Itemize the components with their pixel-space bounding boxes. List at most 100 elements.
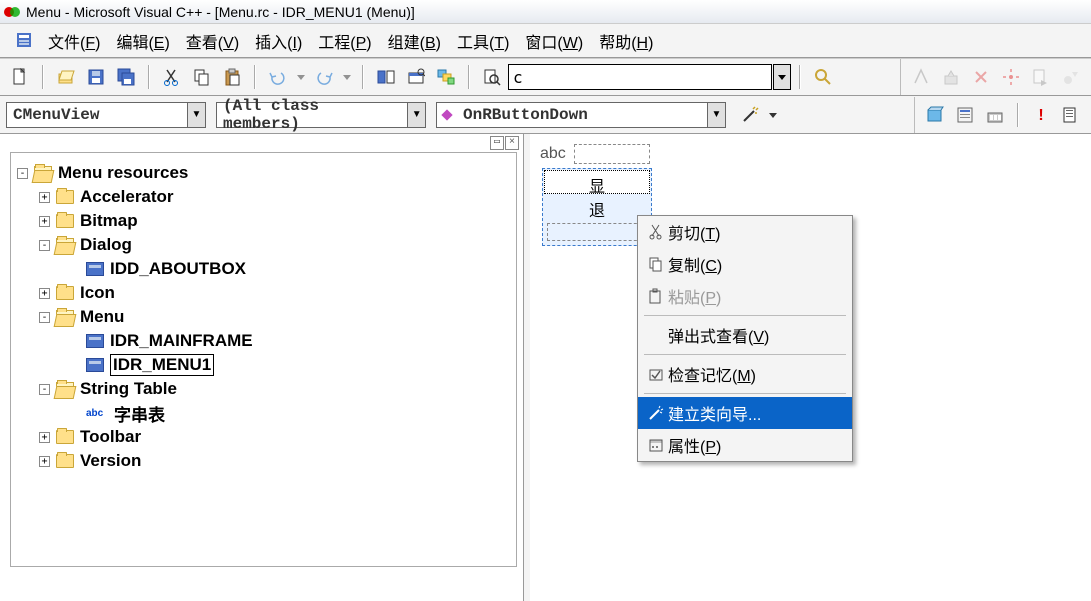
type-here-placeholder[interactable] xyxy=(547,223,647,241)
tree-item[interactable]: + Toolbar xyxy=(17,425,510,449)
tree-item[interactable]: + Accelerator xyxy=(17,185,510,209)
svg-text:!: ! xyxy=(1038,107,1043,124)
copy-button[interactable] xyxy=(188,63,216,91)
find-dropdown[interactable] xyxy=(773,64,791,90)
context-item[interactable]: 检查记忆(M) xyxy=(638,358,852,390)
tree-item[interactable]: +Bitmap xyxy=(17,209,510,233)
redo-dropdown[interactable] xyxy=(340,63,354,91)
expander-icon[interactable]: - xyxy=(39,240,50,251)
paste-button[interactable] xyxy=(218,63,246,91)
undo-dropdown[interactable] xyxy=(294,63,308,91)
wizard-action-button[interactable] xyxy=(736,101,764,129)
member-combo[interactable]: OnRButtonDown ▼ xyxy=(436,102,726,128)
tree-item[interactable]: -String Table xyxy=(17,377,510,401)
expander-icon[interactable]: + xyxy=(39,192,50,203)
undo-button[interactable] xyxy=(264,63,292,91)
workspace-button[interactable] xyxy=(372,63,400,91)
tree-item[interactable]: IDD_ABOUTBOX xyxy=(17,257,510,281)
tree-item-label: IDD_ABOUTBOX xyxy=(110,259,246,279)
breakpoint-button[interactable] xyxy=(1057,63,1085,91)
tree-item-label: Accelerator xyxy=(80,187,174,207)
class-combo[interactable]: CMenuView ▼ xyxy=(6,102,206,128)
class-combo-value: CMenuView xyxy=(7,106,105,124)
pane-dock-icon[interactable]: ▭ xyxy=(490,136,504,150)
find-combo[interactable] xyxy=(508,64,772,90)
resource-toolbar: ! xyxy=(914,97,1091,133)
tree-item[interactable]: + Icon xyxy=(17,281,510,305)
titlebar: Menu - Microsoft Visual C++ - [Menu.rc -… xyxy=(0,0,1091,24)
menu-v[interactable]: 查看(V) xyxy=(178,33,247,54)
menu-t[interactable]: 工具(T) xyxy=(449,33,517,54)
tree-item[interactable]: -Menu xyxy=(17,305,510,329)
tb-new-menu[interactable] xyxy=(951,101,979,129)
tb-new-dialog[interactable] xyxy=(921,101,949,129)
menu-dropdown[interactable]: 显 退 xyxy=(542,168,652,246)
filter-combo[interactable]: (All class members) ▼ xyxy=(216,102,426,128)
expander-icon[interactable]: + xyxy=(39,456,50,467)
output-button[interactable] xyxy=(402,63,430,91)
tree-item[interactable]: IDR_MAINFRAME xyxy=(17,329,510,353)
build-button[interactable] xyxy=(937,63,965,91)
expander-icon[interactable]: - xyxy=(39,384,50,395)
tree-item[interactable]: +Version xyxy=(17,449,510,473)
stop-build-button[interactable] xyxy=(967,63,995,91)
paste-icon xyxy=(644,288,668,304)
pane-close-icon[interactable]: × xyxy=(505,136,519,150)
saveall-button[interactable] xyxy=(112,63,140,91)
resource-icon xyxy=(86,262,104,276)
tree-item[interactable]: -Dialog xyxy=(17,233,510,257)
pane-controls[interactable]: ▭× xyxy=(0,134,523,150)
tree-item[interactable]: abc字串表 xyxy=(17,401,510,425)
expander-icon[interactable]: + xyxy=(39,432,50,443)
folder-closed-icon xyxy=(56,430,74,444)
context-item[interactable]: 建立类向导... xyxy=(638,397,852,429)
resource-tree[interactable]: - Menu resources + Accelerator+Bitmap-Dia… xyxy=(10,152,517,567)
context-item[interactable]: 属性(P) xyxy=(638,429,852,461)
check-icon xyxy=(644,366,668,382)
context-item[interactable]: 剪切(T) xyxy=(638,216,852,248)
tb-test-button[interactable] xyxy=(1057,101,1085,129)
menu-i[interactable]: 插入(I) xyxy=(247,33,310,54)
context-item-label: 剪切(T) xyxy=(668,220,842,244)
menu-w[interactable]: 窗口(W) xyxy=(517,33,591,54)
menu-sub-item[interactable]: 退 xyxy=(543,195,651,219)
tree-item-label: Icon xyxy=(80,283,115,303)
expander-icon[interactable]: - xyxy=(39,312,50,323)
compile-button[interactable] xyxy=(907,63,935,91)
menu-f[interactable]: 文件(F) xyxy=(40,33,108,54)
build-toolbar xyxy=(900,59,1091,95)
context-item[interactable]: 弹出式查看(V) xyxy=(638,319,852,351)
wizard-dropdown[interactable] xyxy=(766,101,780,129)
menu-sub-label: 显 xyxy=(589,179,605,196)
cut-button[interactable] xyxy=(158,63,186,91)
redo-button[interactable] xyxy=(310,63,338,91)
menu-h[interactable]: 帮助(H) xyxy=(591,33,661,54)
menu-top-item[interactable]: abc xyxy=(540,145,566,163)
tree-item[interactable]: IDR_MENU1 xyxy=(17,353,510,377)
open-button[interactable] xyxy=(52,63,80,91)
go-button[interactable] xyxy=(1027,63,1055,91)
menu-e[interactable]: 编辑(E) xyxy=(108,33,177,54)
expander-icon[interactable]: - xyxy=(17,168,28,179)
tb-id-button[interactable]: ! xyxy=(1027,101,1055,129)
execute-button[interactable] xyxy=(997,63,1025,91)
type-here-placeholder[interactable] xyxy=(574,144,650,164)
folder-closed-icon xyxy=(56,454,74,468)
tb-new-cursor[interactable] xyxy=(981,101,1009,129)
tree-item-label: Toolbar xyxy=(80,427,141,447)
cut-icon xyxy=(644,224,668,240)
expander-icon[interactable]: + xyxy=(39,288,50,299)
menu-b[interactable]: 组建(B) xyxy=(380,33,449,54)
window-list-button[interactable] xyxy=(432,63,460,91)
context-item[interactable]: 复制(C) xyxy=(638,248,852,280)
find-in-files-button[interactable] xyxy=(478,63,506,91)
menu-p[interactable]: 工程(P) xyxy=(310,33,379,54)
folder-closed-icon xyxy=(56,286,74,300)
find-button[interactable] xyxy=(809,63,837,91)
props-icon xyxy=(644,437,668,453)
new-button[interactable] xyxy=(6,63,34,91)
tree-root[interactable]: - Menu resources xyxy=(17,161,510,185)
save-button[interactable] xyxy=(82,63,110,91)
expander-icon[interactable]: + xyxy=(39,216,50,227)
menu-sub-item[interactable]: 显 xyxy=(544,170,650,194)
